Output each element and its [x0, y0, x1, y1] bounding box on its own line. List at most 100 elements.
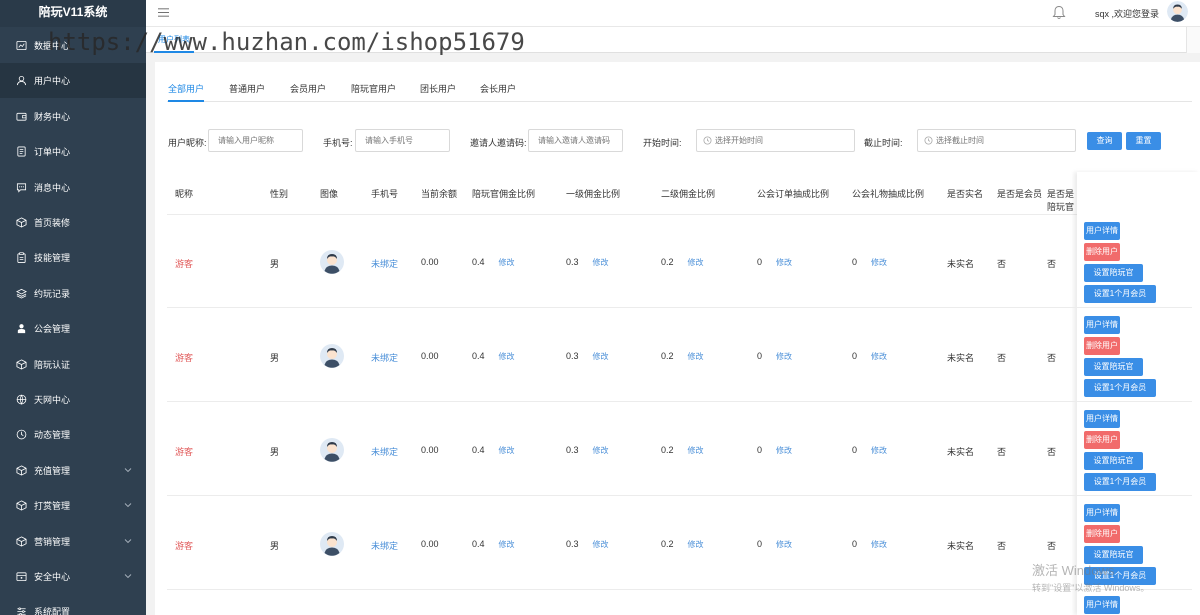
box-icon	[16, 536, 27, 547]
edit-link[interactable]: 修改	[688, 446, 704, 455]
search-button[interactable]: 查询	[1087, 132, 1122, 150]
bell-icon[interactable]	[1052, 5, 1066, 20]
phone-cell: 未绑定	[371, 353, 399, 363]
sidebar-item-label: 公会管理	[34, 324, 71, 335]
edit-link[interactable]: 修改	[871, 540, 887, 549]
user-detail-button[interactable]: 用户详情	[1084, 316, 1120, 334]
edit-link[interactable]: 修改	[593, 258, 609, 267]
is-companion-cell: 否	[1047, 259, 1057, 269]
set-companion-button[interactable]: 设置陪玩官	[1084, 358, 1143, 376]
user-detail-button[interactable]: 用户详情	[1084, 222, 1120, 240]
set-companion-button[interactable]: 设置陪玩官	[1084, 264, 1143, 282]
tab-normal-users[interactable]: 普通用户	[229, 82, 265, 102]
rate-value: 0.2	[661, 351, 674, 361]
sidebar-item[interactable]: 订单中心	[0, 134, 146, 169]
user-avatar[interactable]	[1167, 1, 1188, 22]
th-guild-gift-rate: 公会礼物抽成比例	[852, 189, 925, 199]
sidebar-item[interactable]: 首页装修	[0, 205, 146, 240]
edit-link[interactable]: 修改	[776, 352, 792, 361]
edit-link[interactable]: 修改	[871, 446, 887, 455]
th-guild-order-rate: 公会订单抽成比例	[757, 189, 830, 199]
clipboard-icon	[16, 252, 27, 264]
reset-button[interactable]: 重置	[1126, 132, 1161, 150]
set-member-button[interactable]: 设置1个月会员	[1084, 285, 1156, 303]
sidebar-item[interactable]: 系统配置	[0, 594, 146, 615]
nickname-input[interactable]	[208, 129, 303, 152]
phone-input[interactable]	[355, 129, 450, 152]
menu-toggle-icon[interactable]	[158, 7, 169, 18]
sidebar-item[interactable]: 营销管理	[0, 524, 146, 559]
edit-link[interactable]: 修改	[688, 540, 704, 549]
delete-user-button[interactable]: 删除用户	[1084, 525, 1120, 543]
user-detail-button[interactable]: 用户详情	[1084, 596, 1120, 614]
sidebar-item[interactable]: 天网中心	[0, 382, 146, 417]
tab-president-users[interactable]: 会长用户	[480, 82, 516, 102]
sidebar-item[interactable]: 技能管理	[0, 240, 146, 275]
end-time-label: 截止时间:	[864, 138, 903, 148]
sidebar-item[interactable]: 充值管理	[0, 453, 146, 488]
main-panel: 全部用户 普通用户 会员用户 陪玩官用户 团长用户 会长用户 用户昵称: 手机号…	[155, 62, 1200, 615]
welcome-text[interactable]: sqx ,欢迎您登录	[1095, 7, 1159, 20]
edit-link[interactable]: 修改	[688, 258, 704, 267]
edit-link[interactable]: 修改	[499, 352, 515, 361]
edit-link[interactable]: 修改	[688, 352, 704, 361]
tabs-scroll-control[interactable]	[1186, 27, 1200, 53]
sidebar-item-label: 数据中心	[34, 41, 71, 51]
set-member-button[interactable]: 设置1个月会员	[1084, 473, 1156, 491]
edit-link[interactable]: 修改	[871, 352, 887, 361]
invite-code-input[interactable]	[528, 129, 623, 152]
set-companion-button[interactable]: 设置陪玩官	[1084, 452, 1143, 470]
rate-value: 0.3	[566, 539, 579, 549]
edit-link[interactable]: 修改	[776, 258, 792, 267]
row-divider	[167, 589, 1192, 590]
edit-link[interactable]: 修改	[593, 540, 609, 549]
person-icon	[16, 323, 27, 334]
sidebar-item[interactable]: 财务中心	[0, 99, 146, 134]
wallet-icon	[16, 111, 27, 122]
edit-link[interactable]: 修改	[871, 258, 887, 267]
gender-cell: 男	[270, 541, 280, 551]
user-detail-button[interactable]: 用户详情	[1084, 504, 1120, 522]
tab-leader-users[interactable]: 团长用户	[420, 82, 456, 102]
set-companion-button[interactable]: 设置陪玩官	[1084, 546, 1143, 564]
set-member-button[interactable]: 设置1个月会员	[1084, 567, 1156, 585]
is-member-cell: 否	[997, 353, 1007, 363]
delete-user-button[interactable]: 删除用户	[1084, 337, 1120, 355]
edit-link[interactable]: 修改	[593, 446, 609, 455]
balance-cell: 0.00	[421, 257, 439, 267]
sidebar-item[interactable]: 消息中心	[0, 170, 146, 205]
edit-link[interactable]: 修改	[499, 446, 515, 455]
sidebar-item[interactable]: 动态管理	[0, 417, 146, 452]
sidebar-item[interactable]: 打赏管理	[0, 488, 146, 523]
tab-user-list[interactable]: 用户列表	[154, 30, 194, 53]
globe-icon	[16, 394, 27, 405]
end-time-input[interactable]	[917, 129, 1076, 152]
nickname-label: 用户昵称:	[168, 138, 207, 148]
sidebar-item[interactable]: 陪玩认证	[0, 347, 146, 382]
user-icon	[16, 75, 27, 86]
edit-link[interactable]: 修改	[593, 352, 609, 361]
sidebar-item[interactable]: 数据中心	[0, 28, 146, 63]
sidebar-item-label: 订单中心	[34, 147, 71, 158]
sidebar-item[interactable]: 约玩记录	[0, 276, 146, 311]
tab-all-users[interactable]: 全部用户	[168, 82, 205, 102]
sidebar-item[interactable]: 用户中心	[0, 63, 146, 99]
guild-order-rate-cell: 0 修改	[757, 445, 792, 456]
sidebar: 陪玩V11系统 数据中心 用户中心 财务中心 订单中心 消息中心 首页装修 技能管理 约玩记录…	[0, 0, 146, 615]
tab-companion-users[interactable]: 陪玩官用户	[351, 82, 396, 102]
edit-link[interactable]: 修改	[499, 258, 515, 267]
edit-link[interactable]: 修改	[776, 446, 792, 455]
delete-user-button[interactable]: 删除用户	[1084, 431, 1120, 449]
sidebar-item[interactable]: 公会管理	[0, 311, 146, 346]
delete-user-button[interactable]: 删除用户	[1084, 243, 1120, 261]
edit-link[interactable]: 修改	[499, 540, 515, 549]
level1-rate-cell: 0.3 修改	[566, 445, 609, 456]
edit-link[interactable]: 修改	[776, 540, 792, 549]
start-time-input[interactable]	[696, 129, 855, 152]
top-header: sqx ,欢迎您登录	[146, 0, 1200, 27]
sidebar-item[interactable]: 安全中心	[0, 559, 146, 594]
tab-member-users[interactable]: 会员用户	[290, 82, 326, 102]
companion-rate-cell: 0.4 修改	[472, 257, 515, 268]
set-member-button[interactable]: 设置1个月会员	[1084, 379, 1156, 397]
user-detail-button[interactable]: 用户详情	[1084, 410, 1120, 428]
